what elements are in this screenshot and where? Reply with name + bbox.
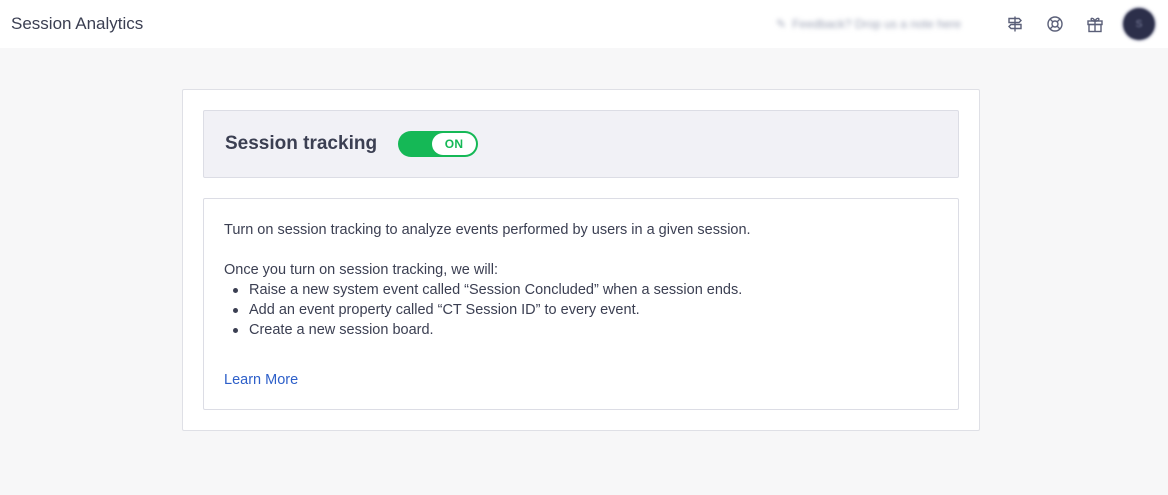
section-header: Session tracking ON (203, 110, 959, 178)
session-tracking-toggle[interactable]: ON (398, 131, 479, 157)
list-item: Raise a new system event called “Session… (224, 280, 938, 300)
feedback-link[interactable]: ✎ Feedback? Drop us a note here (776, 17, 961, 31)
toggle-label: ON (432, 133, 477, 155)
list-item: Add an event property called “CT Session… (224, 300, 938, 320)
feedback-icon: ✎ (776, 17, 787, 31)
intro-text: Turn on session tracking to analyze even… (224, 222, 751, 238)
top-bar: Session Analytics ✎ Feedback? Drop us a … (0, 0, 1168, 48)
session-tracking-card: Session tracking ON Turn on session trac… (182, 89, 980, 431)
learn-more-link[interactable]: Learn More (224, 370, 298, 390)
page-title: Session Analytics (11, 14, 144, 33)
feedback-text: Feedback? Drop us a note here (792, 17, 961, 31)
effects-list: Raise a new system event called “Session… (224, 280, 938, 340)
avatar[interactable]: S (1123, 8, 1155, 40)
signpost-icon[interactable] (1005, 14, 1025, 34)
list-item: Create a new session board. (224, 320, 938, 340)
lifebuoy-icon[interactable] (1045, 14, 1065, 34)
gift-icon[interactable] (1085, 14, 1105, 34)
avatar-initial: S (1135, 18, 1143, 30)
topbar-actions: ✎ Feedback? Drop us a note here S (776, 0, 1157, 48)
section-title: Session tracking (225, 133, 378, 154)
description-panel: Turn on session tracking to analyze even… (203, 198, 959, 410)
list-heading: Once you turn on session tracking, we wi… (224, 262, 499, 278)
